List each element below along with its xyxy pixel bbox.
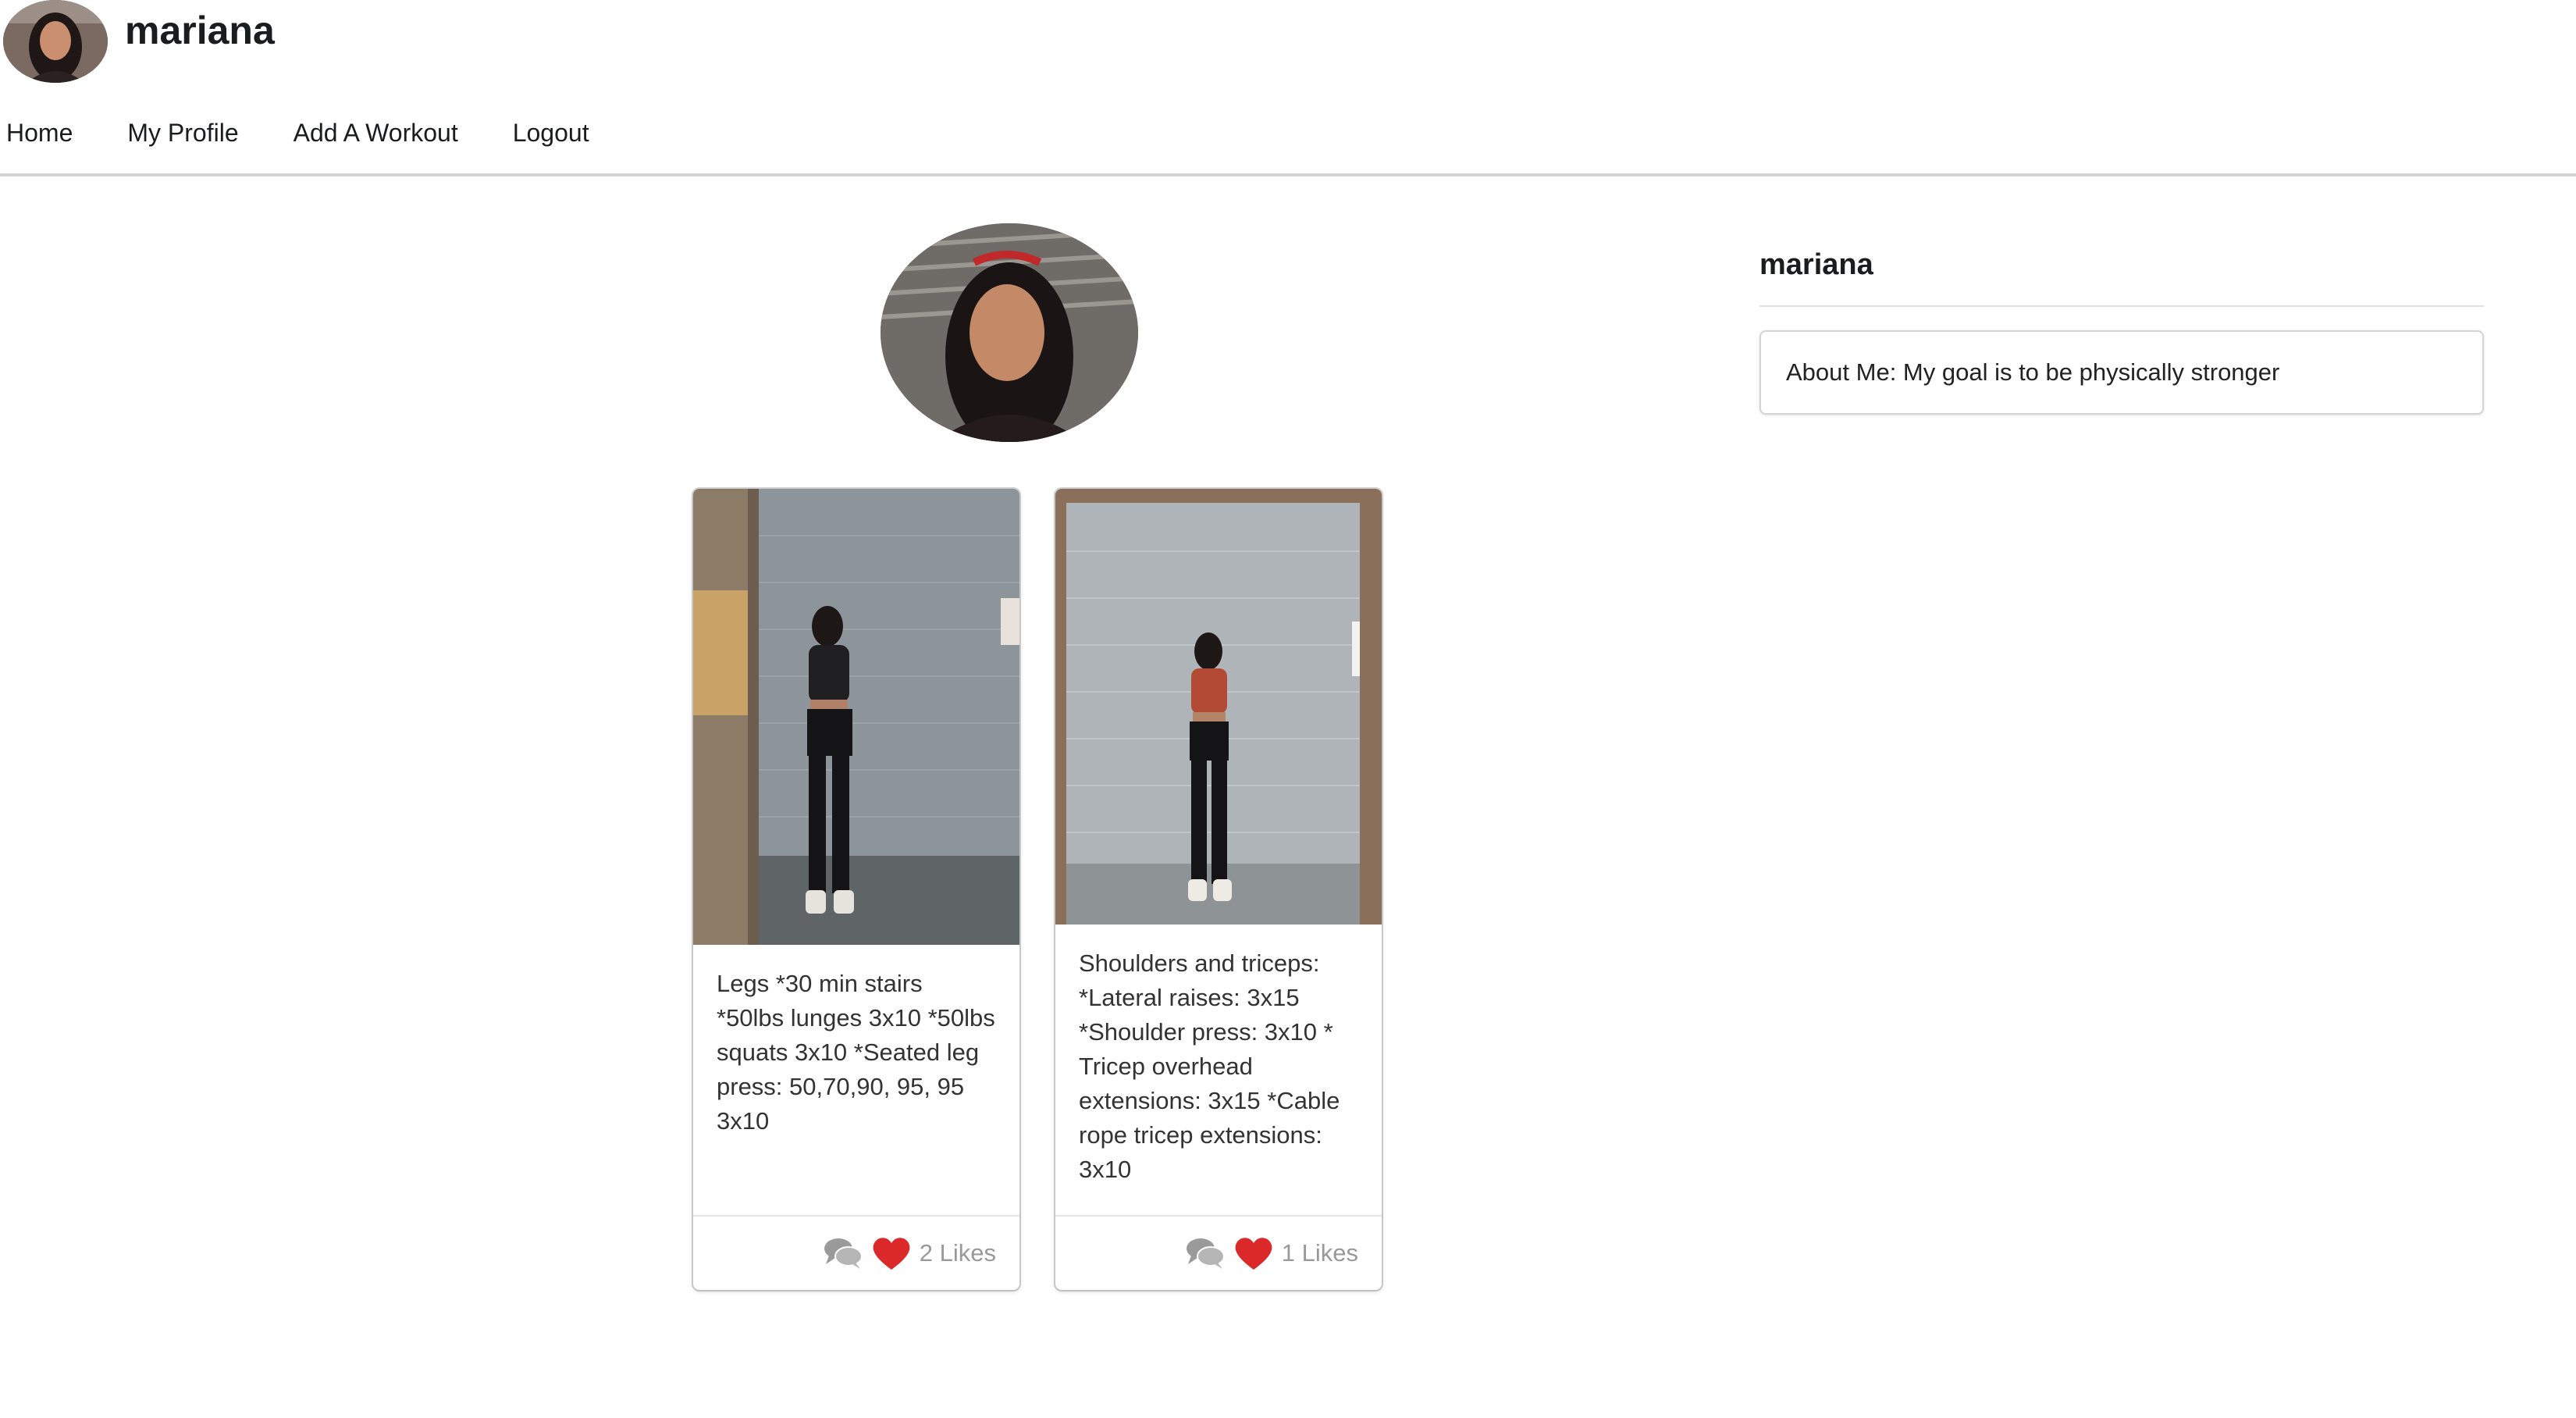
nav-logout[interactable]: Logout	[507, 119, 596, 148]
likes-count: 1 Likes	[1281, 1239, 1358, 1267]
header-username: mariana	[125, 9, 275, 52]
profile-sidebar: mariana About Me: My goal is to be physi…	[1759, 248, 2484, 415]
workout-photo[interactable]	[1055, 489, 1382, 925]
profile-portrait	[881, 223, 1138, 442]
workout-card[interactable]: Legs *30 min stairs *50lbs lunges 3x10 *…	[693, 489, 1019, 1290]
brand: mariana	[3, 0, 275, 83]
profile-photo	[881, 223, 1138, 442]
main-nav: Home My Profile Add A Workout Logout	[0, 119, 638, 148]
workout-photo-image	[693, 489, 1019, 945]
comments-icon[interactable]	[1185, 1236, 1226, 1270]
card-footer: 1 Likes	[1055, 1215, 1382, 1290]
profile-name: mariana	[1759, 248, 2484, 307]
heart-icon[interactable]	[1233, 1235, 1274, 1271]
nav-my-profile[interactable]: My Profile	[121, 119, 244, 148]
about-me-box: About Me: My goal is to be physically st…	[1759, 330, 2484, 415]
nav-add-workout[interactable]: Add A Workout	[287, 119, 464, 148]
nav-home[interactable]: Home	[0, 119, 79, 148]
about-me-text: About Me: My goal is to be physically st…	[1786, 358, 2280, 386]
avatar-portrait	[3, 0, 108, 83]
workout-card[interactable]: Shoulders and triceps: *Lateral raises: …	[1055, 489, 1382, 1290]
header-avatar[interactable]	[3, 0, 108, 83]
workout-description: Shoulders and triceps: *Lateral raises: …	[1079, 949, 1340, 1183]
workout-photo[interactable]	[693, 489, 1019, 945]
likes-count: 2 Likes	[919, 1239, 996, 1267]
top-header: mariana Home My Profile Add A Workout Lo…	[0, 0, 2576, 176]
card-footer: 2 Likes	[693, 1215, 1019, 1290]
comments-icon[interactable]	[823, 1236, 863, 1270]
heart-icon[interactable]	[871, 1235, 912, 1271]
workout-cards: Legs *30 min stairs *50lbs lunges 3x10 *…	[693, 489, 1382, 1290]
workout-description: Legs *30 min stairs *50lbs lunges 3x10 *…	[717, 970, 995, 1135]
workout-photo-image	[1055, 489, 1382, 925]
